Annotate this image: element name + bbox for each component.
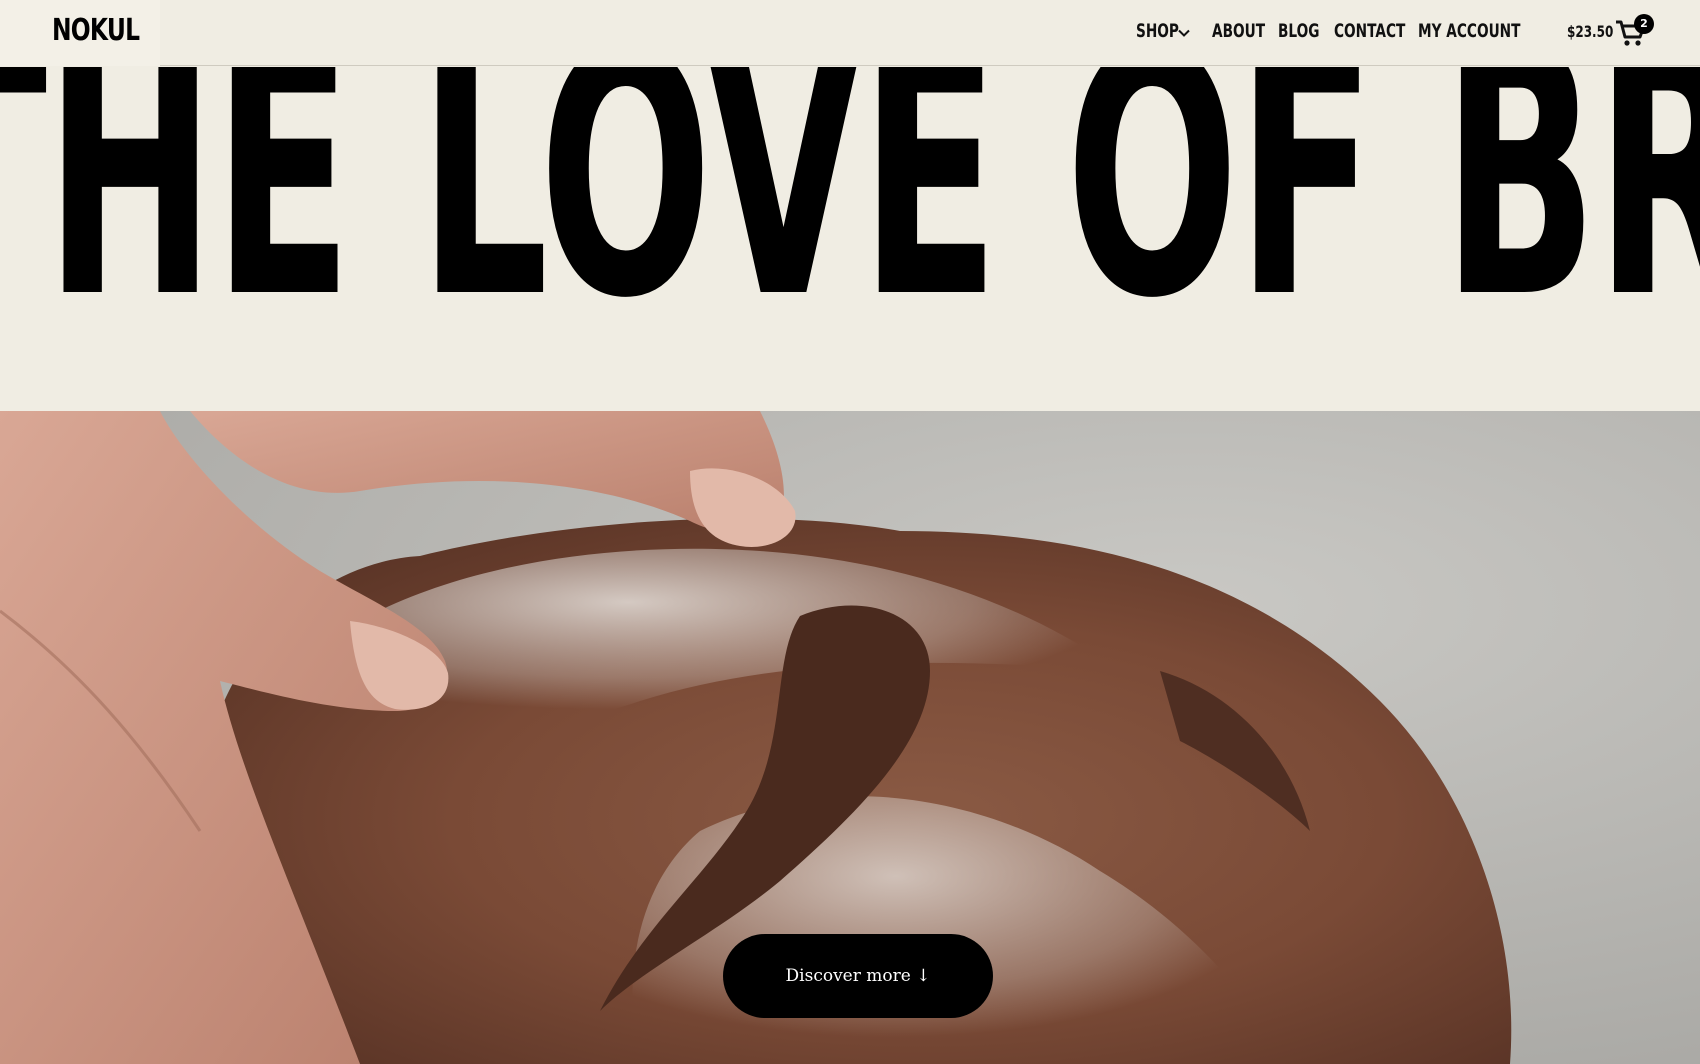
nav-my-account[interactable]: MY ACCOUNT xyxy=(1418,20,1520,42)
hero-title: THE LOVE OF BREAD xyxy=(0,67,1700,373)
cart-total[interactable]: $23.50 xyxy=(1567,22,1613,41)
discover-more-button[interactable]: Discover more ↓ xyxy=(723,934,993,1018)
hero-title-band: THE LOVE OF BREAD xyxy=(0,67,1700,411)
brand-logo[interactable]: NOKUL xyxy=(52,13,140,48)
nav-blog[interactable]: BLOG xyxy=(1278,20,1320,42)
site-header: NOKUL SHOP ABOUT BLOG CONTACT MY ACCOUNT… xyxy=(0,0,1700,66)
nav-shop[interactable]: SHOP xyxy=(1136,20,1179,42)
logo-container: NOKUL xyxy=(0,0,160,66)
nav-about[interactable]: ABOUT xyxy=(1212,20,1265,42)
nav-contact[interactable]: CONTACT xyxy=(1334,20,1405,42)
cart-count-badge: 2 xyxy=(1634,14,1654,34)
chevron-down-icon[interactable] xyxy=(1176,25,1192,41)
